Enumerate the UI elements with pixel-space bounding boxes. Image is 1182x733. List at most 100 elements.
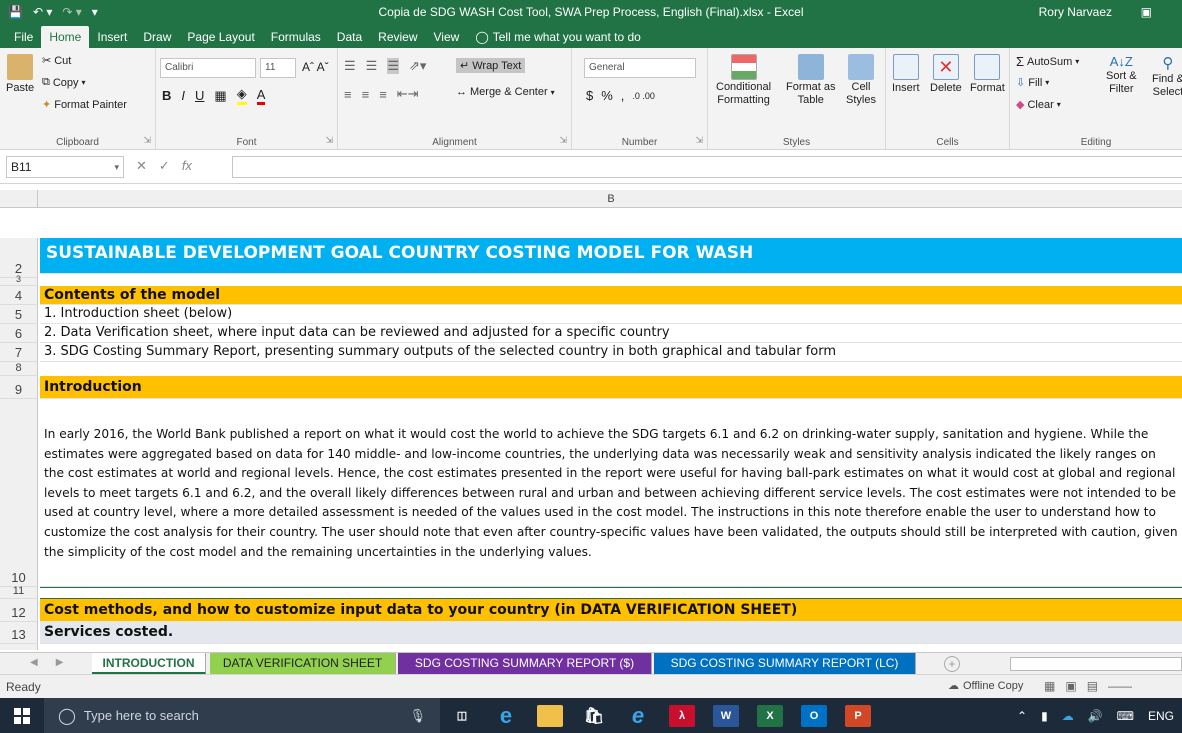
align-center-icon[interactable]: ≡ (362, 87, 370, 102)
row-header[interactable]: 7 (0, 343, 38, 362)
autosum-button[interactable]: Σ AutoSum ▾ (1016, 54, 1079, 69)
row-header[interactable]: 3 (0, 274, 38, 286)
prev-sheet-icon[interactable]: ◀ (30, 657, 38, 668)
page-layout-view-icon[interactable]: ▣ (1065, 679, 1076, 693)
internet-explorer-icon[interactable]: e (625, 703, 651, 728)
outlook-icon[interactable]: O (801, 704, 827, 727)
enter-icon[interactable]: ✓ (159, 158, 170, 174)
volume-icon[interactable]: 🔊 (1088, 709, 1103, 723)
subsection-header-cell[interactable]: Services costed. (40, 622, 1182, 644)
taskbar-search-box[interactable]: ◯ Type here to search 🎙 (44, 698, 440, 733)
indent-icon[interactable]: ⇤⇥ (397, 86, 419, 102)
section-header-cell[interactable]: Contents of the model (40, 286, 1182, 305)
user-name[interactable]: Rory Narvaez (1039, 5, 1112, 19)
find-select-button[interactable]: ⚲ Find & Select (1152, 54, 1182, 98)
row-header[interactable]: 6 (0, 324, 38, 343)
tell-me-box[interactable]: ◯ Tell me what you want to do (467, 26, 649, 48)
redo-icon[interactable]: ↷ ▾ (62, 5, 81, 19)
list-item-cell[interactable]: 2. Data Verification sheet, where input … (40, 324, 1182, 343)
selected-cell-b11[interactable] (40, 587, 1182, 599)
keyboard-icon[interactable]: ⌨ (1117, 709, 1134, 723)
borders-icon[interactable]: ▦ (214, 88, 226, 104)
sheet-tab-introduction[interactable]: INTRODUCTION (92, 653, 206, 674)
row-header[interactable]: 5 (0, 305, 38, 324)
tab-review[interactable]: Review (370, 26, 425, 48)
fx-icon[interactable]: fx (182, 158, 192, 174)
underline-button[interactable]: U (195, 88, 204, 103)
task-view-icon[interactable]: ◫ (449, 705, 475, 727)
store-icon[interactable]: 🛍 (581, 705, 607, 727)
row-header[interactable]: 4 (0, 286, 38, 305)
add-sheet-icon[interactable]: + (944, 656, 960, 672)
next-sheet-icon[interactable]: ▶ (56, 657, 64, 668)
row-header[interactable]: 9 (0, 376, 38, 399)
increase-decimal-icon[interactable]: .0 .00 (632, 91, 655, 101)
paste-button[interactable]: Paste (6, 54, 34, 94)
tab-file[interactable]: File (6, 26, 41, 48)
wrap-text-button[interactable]: ↵ Wrap Text (456, 58, 526, 73)
acrobat-icon[interactable]: λ (669, 704, 695, 727)
align-middle-icon[interactable]: ☰ (366, 58, 378, 74)
dialog-launcher-icon[interactable]: ⇲ (143, 135, 151, 146)
chevron-down-icon[interactable]: ▾ (114, 157, 119, 177)
tab-view[interactable]: View (426, 26, 468, 48)
customize-qat-icon[interactable]: ▾ (92, 5, 98, 19)
powerpoint-icon[interactable]: P (845, 704, 871, 727)
sheet-tab-summary-lc[interactable]: SDG COSTING SUMMARY REPORT (LC) (654, 653, 916, 674)
conditional-formatting-button[interactable]: Conditional Formatting (716, 54, 771, 106)
row-header[interactable]: 2 (0, 238, 38, 278)
row-header[interactable] (0, 644, 38, 650)
dialog-launcher-icon[interactable]: ⇲ (695, 135, 703, 146)
align-right-icon[interactable]: ≡ (379, 87, 387, 102)
normal-view-icon[interactable]: ▦ (1044, 679, 1055, 693)
microphone-icon[interactable]: 🎙 (409, 708, 426, 724)
select-all-corner[interactable] (0, 190, 38, 208)
section-header-cell[interactable]: Cost methods, and how to customize input… (40, 599, 1182, 622)
language-indicator[interactable]: ENG (1148, 709, 1174, 723)
undo-icon[interactable]: ↶ ▾ (33, 5, 52, 19)
clear-button[interactable]: ◆ Clear ▾ (1016, 98, 1061, 112)
copy-button[interactable]: ⧉ Copy ▾ (42, 76, 86, 89)
battery-icon[interactable]: ▮ (1041, 709, 1048, 723)
name-box[interactable]: B11 ▾ (6, 156, 124, 178)
ribbon-display-icon[interactable]: ▣ (1141, 5, 1152, 19)
sort-filter-button[interactable]: A↓Z Sort & Filter (1106, 54, 1137, 95)
row-header[interactable]: 11 (0, 585, 38, 599)
word-icon[interactable]: W (713, 704, 739, 727)
horizontal-scrollbar[interactable] (1010, 657, 1182, 671)
bold-button[interactable]: B (162, 88, 171, 103)
insert-cells-button[interactable]: Insert (892, 54, 920, 94)
offline-copy-indicator[interactable]: ☁ Offline Copy (948, 679, 1023, 693)
align-left-icon[interactable]: ≡ (344, 87, 352, 102)
sheet-tab-summary-usd[interactable]: SDG COSTING SUMMARY REPORT ($) (398, 653, 652, 674)
font-name-select[interactable]: Calibri (160, 58, 256, 78)
windows-start-icon[interactable] (0, 698, 44, 733)
tab-draw[interactable]: Draw (135, 26, 179, 48)
italic-button[interactable]: I (181, 88, 185, 103)
dialog-launcher-icon[interactable]: ⇲ (559, 135, 567, 146)
formula-input[interactable] (232, 156, 1182, 178)
tab-formulas[interactable]: Formulas (263, 26, 329, 48)
row-header[interactable]: 13 (0, 622, 38, 644)
page-break-view-icon[interactable]: ▤ (1087, 679, 1098, 693)
orientation-icon[interactable]: ⇗▾ (409, 58, 426, 74)
tab-home[interactable]: Home (41, 26, 90, 48)
cancel-icon[interactable]: ✕ (136, 158, 147, 174)
onedrive-icon[interactable]: ☁ (1062, 709, 1074, 723)
dialog-launcher-icon[interactable]: ⇲ (325, 135, 333, 146)
row-header[interactable]: 12 (0, 599, 38, 622)
format-cells-button[interactable]: Format (970, 54, 1005, 94)
save-icon[interactable]: 💾 (8, 5, 23, 19)
tab-insert[interactable]: Insert (89, 26, 135, 48)
fill-button[interactable]: ⇩ Fill ▾ (1016, 76, 1049, 90)
align-bottom-icon[interactable]: ☰ (387, 58, 399, 74)
tab-data[interactable]: Data (329, 26, 370, 48)
worksheet-grid[interactable]: 2 SUSTAINABLE DEVELOPMENT GOAL COUNTRY C… (0, 208, 1182, 650)
grow-font-button[interactable]: Aˆ Aˇ (302, 60, 329, 74)
format-painter-button[interactable]: ✦ Format Painter (42, 98, 127, 112)
edge-icon[interactable]: e (493, 703, 519, 728)
file-explorer-icon[interactable] (537, 704, 563, 727)
fill-color-icon[interactable]: ◈ (236, 86, 247, 105)
row-header[interactable]: 8 (0, 362, 38, 376)
format-as-table-button[interactable]: Format as Table (786, 54, 836, 106)
